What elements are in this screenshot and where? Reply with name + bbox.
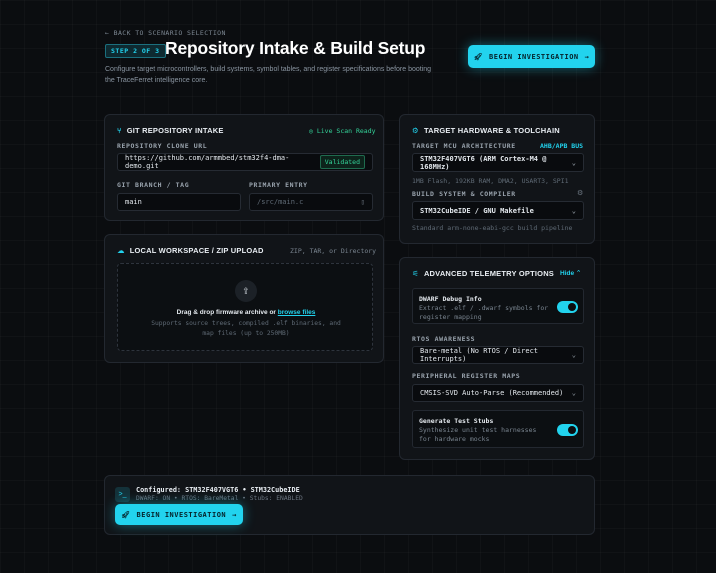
telemetry-panel-title: ADVANCED TELEMETRY OPTIONS xyxy=(423,269,555,278)
dwarf-option: DWARF Debug Info Extract .elf / .dwarf s… xyxy=(412,288,584,324)
page-subtitle: Configure target microcontrollers, build… xyxy=(105,66,432,84)
browse-files-link[interactable]: browse files xyxy=(278,309,316,316)
rocket-icon: 🚀︎ xyxy=(473,52,484,61)
rtos-label: RTOS AWARENESS xyxy=(412,335,476,343)
build-label: BUILD SYSTEM & COMPILER xyxy=(412,190,516,198)
stubs-option: Generate Test Stubs Synthesize unit test… xyxy=(412,410,584,448)
telemetry-panel: ⚟ ADVANCED TELEMETRY OPTIONS Hide ⌃ DWAR… xyxy=(399,257,595,460)
cloud-upload-icon: ⇪ xyxy=(235,280,257,302)
footer-bar: >_ Configured: STM32F407VGT6 • STM32Cube… xyxy=(104,475,595,535)
arrow-right-icon: → xyxy=(584,52,590,61)
validated-badge: Validated xyxy=(319,155,365,169)
upload-support-text: Supports source trees, compiled .elf bin… xyxy=(151,320,341,337)
bus-label: AHB/APB BUS xyxy=(540,142,584,150)
drop-text: Drag & drop firmware archive or xyxy=(176,309,276,316)
chevron-down-icon: ⌄ xyxy=(571,389,576,397)
terminal-icon: >_ xyxy=(115,487,130,502)
repo-url-input[interactable]: https://github.com/armmbed/stm32f4-dma-d… xyxy=(117,153,373,171)
primary-entry-label: PRIMARY ENTRY xyxy=(249,181,308,189)
stubs-title: Generate Test Stubs xyxy=(419,417,494,425)
config-details: DWARF: ON • RTOS: BareMetal • Stubs: ENA… xyxy=(136,495,303,502)
mcu-hint: 1MB Flash, 192KB RAM, DMA2, USART3, SPI1 xyxy=(412,177,569,185)
mcu-select[interactable]: STM32F407VGT6 (ARM Cortex-M4 @ 168MHz) ⌄ xyxy=(412,153,584,172)
periph-label: PERIPHERAL REGISTER MAPS xyxy=(412,372,521,380)
stubs-desc: Synthesize unit test harnesses for hardw… xyxy=(419,426,537,443)
settings-icon[interactable]: ⚙︎ xyxy=(577,189,583,197)
git-branch-icon: ⑂ xyxy=(117,126,122,135)
build-system-select[interactable]: STM32CubeIDE / GNU Makefile ⌄ xyxy=(412,201,584,220)
upload-panel: ☁︎ LOCAL WORKSPACE / ZIP UPLOAD ZIP, TAR… xyxy=(104,234,384,363)
chevron-down-icon: ⌄ xyxy=(571,351,576,359)
mcu-label: TARGET MCU ARCHITECTURE xyxy=(412,142,516,150)
page-title: Repository Intake & Build Setup xyxy=(165,38,426,58)
hardware-panel-title: TARGET HARDWARE & TOOLCHAIN xyxy=(423,126,560,135)
git-intake-panel: ⑂ GIT REPOSITORY INTAKE ◎ Live Scan Read… xyxy=(104,114,384,221)
stubs-toggle[interactable] xyxy=(557,424,578,436)
branch-label: GIT BRANCH / TAG xyxy=(117,181,190,189)
begin-investigation-button[interactable]: 🚀︎ BEGIN INVESTIGATION → xyxy=(468,45,595,68)
chip-icon: ⚙︎ xyxy=(412,126,419,135)
dwarf-desc: Extract .elf / .dwarf symbols for regist… xyxy=(419,304,549,321)
back-link[interactable]: ← BACK TO SCENARIO SELECTION xyxy=(105,29,226,37)
rocket-icon: 🚀︎ xyxy=(121,510,131,519)
build-hint: Standard arm-none-eabi-gcc build pipelin… xyxy=(412,224,573,232)
footer-begin-investigation-button[interactable]: 🚀︎ BEGIN INVESTIGATION → xyxy=(115,504,243,525)
sliders-icon: ⚟ xyxy=(412,269,419,278)
arrow-right-icon: → xyxy=(232,510,237,519)
repo-url-label: REPOSITORY CLONE URL xyxy=(117,142,208,150)
chevron-down-icon: ⌄ xyxy=(571,158,576,167)
primary-entry-input[interactable]: /src/main.c ▯ xyxy=(249,193,373,211)
upload-formats: ZIP, TAR, or Directory xyxy=(290,247,377,255)
step-badge: STEP 2 OF 3 xyxy=(105,44,166,58)
periph-select[interactable]: CMSIS-SVD Auto-Parse (Recommended) ⌄ xyxy=(412,384,584,402)
branch-input[interactable]: main xyxy=(117,193,241,211)
rtos-select[interactable]: Bare-metal (No RTOS / Direct Interrupts)… xyxy=(412,346,584,364)
dwarf-toggle[interactable] xyxy=(557,301,578,313)
upload-cloud-icon: ☁︎ xyxy=(117,246,125,255)
scan-icon: ◎ xyxy=(309,127,313,135)
dropzone[interactable]: ⇪ Drag & drop firmware archive or browse… xyxy=(117,263,373,351)
upload-panel-title: LOCAL WORKSPACE / ZIP UPLOAD xyxy=(129,246,264,255)
git-panel-title: GIT REPOSITORY INTAKE xyxy=(126,126,224,135)
chevron-up-icon: ⌃ xyxy=(575,270,582,277)
chevron-down-icon: ⌄ xyxy=(571,206,576,215)
configured-summary: Configured: STM32F407VGT6 • STM32CubeIDE xyxy=(136,486,300,494)
hardware-panel: ⚙︎ TARGET HARDWARE & TOOLCHAIN TARGET MC… xyxy=(399,114,595,244)
file-icon: ▯ xyxy=(360,198,365,206)
dwarf-title: DWARF Debug Info xyxy=(419,295,482,303)
hide-toggle[interactable]: Hide ⌃ xyxy=(560,269,581,277)
live-scan-status: ◎ Live Scan Ready xyxy=(309,127,376,135)
